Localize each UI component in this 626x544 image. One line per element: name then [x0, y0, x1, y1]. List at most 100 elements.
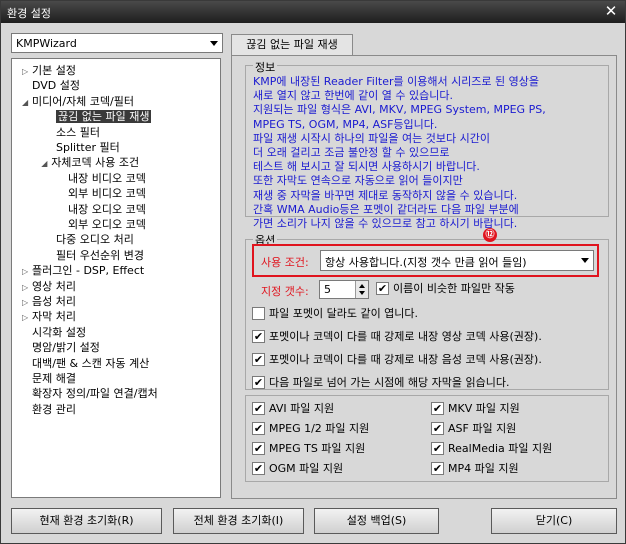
tree-item[interactable]: 내장 오디오 코덱 — [58, 203, 146, 217]
checkbox-box[interactable]: ✔ — [252, 330, 265, 343]
checkbox-box[interactable] — [252, 307, 265, 320]
expand-icon[interactable]: ▷ — [22, 296, 32, 310]
tree-item[interactable]: ▷ 자막 처리 — [22, 310, 76, 324]
count-stepper[interactable]: 5 — [319, 280, 369, 299]
tree-item[interactable]: 외부 오디오 코덱 — [58, 218, 146, 232]
tree-item[interactable]: ▷ 플러그인 - DSP, Effect — [22, 264, 144, 278]
checkbox-box[interactable]: ✔ — [431, 462, 444, 475]
tree-item[interactable]: 내장 비디오 코덱 — [58, 172, 146, 186]
info-line: 또한 자막도 연속으로 자동으로 읽어 들이지만 — [253, 174, 463, 188]
chevron-up-icon[interactable] — [359, 284, 365, 288]
checkbox-box[interactable]: ✔ — [252, 402, 265, 415]
tree-item[interactable]: 소스 필터 — [46, 126, 100, 140]
checkbox-box[interactable]: ✔ — [252, 353, 265, 366]
tree-item-label: 플러그인 - DSP, Effect — [32, 264, 145, 278]
tree-item[interactable]: 다중 오디오 처리 — [46, 233, 134, 247]
close-button[interactable]: 닫기(C) — [491, 508, 617, 534]
checkbox-box[interactable]: ✔ — [431, 402, 444, 415]
chevron-down-icon — [210, 41, 218, 46]
tree-item-label: 다중 오디오 처리 — [56, 233, 134, 247]
expand-icon[interactable]: ▷ — [22, 311, 32, 325]
stepper-buttons[interactable] — [355, 281, 368, 298]
tree-item-label: 외부 비디오 코덱 — [68, 187, 146, 201]
checkbox-box[interactable]: ✔ — [252, 422, 265, 435]
title-bar[interactable]: 환경 설정 ✕ — [1, 1, 625, 23]
tree-item[interactable]: DVD 설정 — [22, 79, 80, 93]
info-line: 테스트 해 보시고 잘 되시면 사용하시기 바랍니다. — [253, 160, 480, 174]
checkbox-label: OGM 파일 지원 — [269, 462, 344, 475]
tree-item[interactable]: 확장자 정의/파일 연결/캡처 — [22, 387, 158, 401]
tree-item[interactable]: 끊김 없는 파일 재생 — [46, 110, 152, 124]
backup-settings-button[interactable]: 설정 백업(S) — [314, 508, 439, 534]
chevron-down-icon[interactable] — [359, 291, 365, 295]
tree-item-label: 미디어/자체 코덱/필터 — [32, 94, 134, 108]
expand-icon[interactable]: ▷ — [22, 281, 32, 295]
info-line: 지원되는 파일 형식은 AVI, MKV, MPEG System, MPEG … — [253, 103, 546, 117]
checkbox-label: 파일 포멧이 달라도 같이 엽니다. — [269, 307, 419, 320]
tree-item-label: 대백/팬 & 스캔 자동 계산 — [32, 356, 150, 370]
settings-tree[interactable]: ▷ 기본 설정 DVD 설정 ◢ 미디어/자체 코덱/필터 끊김 없는 파일 재생 소스 필… — [11, 58, 221, 498]
info-group-title: 정보 — [253, 59, 278, 75]
tree-item[interactable]: ▷ 기본 설정 — [22, 64, 76, 78]
info-line: 재생 중 자막을 바꾸면 제대로 동작하지 않을 수 있습니다. — [253, 188, 518, 202]
tree-item[interactable]: 대백/팬 & 스캔 자동 계산 — [22, 357, 149, 371]
tree-item[interactable]: 필터 우선순위 변경 — [46, 249, 144, 263]
reset-current-button[interactable]: 현재 환경 초기화(R) — [11, 508, 162, 534]
tree-item-label: 명암/밝기 설정 — [32, 341, 100, 355]
tree-item[interactable]: 외부 비디오 코덱 — [58, 187, 146, 201]
checkbox-label: MKV 파일 지원 — [448, 402, 520, 415]
profile-select-value: KMPWizard — [16, 37, 77, 50]
option-checkbox[interactable]: ✔ AVI 파일 지원 — [252, 402, 334, 417]
tab-seamless-playback[interactable]: 끊김 없는 파일 재생 — [231, 34, 353, 56]
tree-item[interactable]: ▷ 음성 처리 — [22, 295, 76, 309]
option-checkbox[interactable]: ✔ MPEG TS 파일 지원 — [252, 442, 365, 457]
info-line: 간혹 WMA Audio등은 포멧이 같더라도 다음 파일 부분에 — [253, 202, 519, 216]
checkbox-box[interactable]: ✔ — [431, 422, 444, 435]
checkbox-box[interactable]: ✔ — [252, 442, 265, 455]
tree-item[interactable]: ◢ 미디어/자체 코덱/필터 — [22, 95, 134, 109]
checkbox-box[interactable]: ✔ — [376, 282, 389, 295]
checkbox-label: 다음 파일로 넘어 가는 시점에 해당 자막을 읽습니다. — [269, 376, 510, 389]
chevron-down-icon — [581, 258, 589, 263]
checkbox-box[interactable]: ✔ — [431, 442, 444, 455]
checkbox-box[interactable]: ✔ — [252, 376, 265, 389]
profile-select[interactable]: KMPWizard — [11, 33, 223, 53]
tree-item-label: DVD 설정 — [32, 79, 81, 93]
tree-item-label: 끊김 없는 파일 재생 — [56, 110, 152, 124]
tree-item[interactable]: 시각화 설정 — [22, 326, 86, 340]
info-line: 가면 소리가 나지 않을 수 있으므로 참고 하시기 바랍니다. — [253, 217, 518, 231]
option-checkbox[interactable]: ✔ MPEG 1/2 파일 지원 — [252, 422, 369, 437]
option-checkbox[interactable]: ✔ ASF 파일 지원 — [431, 422, 516, 437]
option-checkbox[interactable]: ✔ 포멧이나 코덱이 다를 때 강제로 내장 영상 코덱 사용(권장). — [252, 330, 542, 345]
tree-item[interactable]: 문제 해결 — [22, 372, 76, 386]
tree-item-label: 내장 비디오 코덱 — [68, 171, 146, 185]
option-checkbox[interactable]: ✔ RealMedia 파일 지원 — [431, 442, 552, 457]
tree-item[interactable]: 환경 관리 — [22, 403, 76, 417]
usage-condition-label: 사용 조건: — [261, 256, 309, 269]
tree-item[interactable]: ◢ 자체코덱 사용 조건 — [41, 156, 139, 170]
tree-item[interactable]: ▷ 영상 처리 — [22, 280, 76, 294]
tree-item[interactable]: 명암/밝기 설정 — [22, 341, 100, 355]
tree-item[interactable]: Splitter 필터 — [46, 141, 120, 155]
tree-item-label: 음성 처리 — [32, 295, 76, 308]
tree-item-label: 시각화 설정 — [32, 325, 87, 339]
tree-item-label: 기본 설정 — [32, 64, 76, 77]
option-checkbox[interactable]: 파일 포멧이 달라도 같이 엽니다. — [252, 307, 418, 322]
option-checkbox[interactable]: ✔ 포멧이나 코덱이 다를 때 강제로 내장 음성 코덱 사용(권장). — [252, 353, 542, 368]
usage-condition-select[interactable]: 항상 사용합니다.(지정 갯수 만큼 읽어 들임) — [320, 250, 594, 271]
option-checkbox[interactable]: ✔ MKV 파일 지원 — [431, 402, 520, 417]
option-checkbox[interactable]: ✔ MP4 파일 지원 — [431, 462, 519, 477]
close-icon[interactable]: ✕ — [603, 3, 619, 19]
option-checkbox[interactable]: ✔ OGM 파일 지원 — [252, 462, 343, 477]
expand-icon[interactable]: ▷ — [22, 65, 32, 79]
expand-icon[interactable]: ▷ — [22, 265, 32, 279]
checkbox-label: ASF 파일 지원 — [448, 422, 517, 435]
checkbox-label: MPEG 1/2 파일 지원 — [269, 422, 370, 435]
checkbox-box[interactable]: ✔ — [252, 462, 265, 475]
reset-all-button[interactable]: 전체 환경 초기화(I) — [173, 508, 304, 534]
option-checkbox[interactable]: ✔ 다음 파일로 넘어 가는 시점에 해당 자막을 읽습니다. — [252, 376, 510, 391]
tree-item-label: 필터 우선순위 변경 — [56, 248, 144, 262]
collapse-icon[interactable]: ◢ — [41, 157, 51, 171]
collapse-icon[interactable]: ◢ — [22, 96, 32, 110]
similar-name-checkbox[interactable]: ✔ 이름이 비슷한 파일만 작동 — [376, 282, 515, 297]
